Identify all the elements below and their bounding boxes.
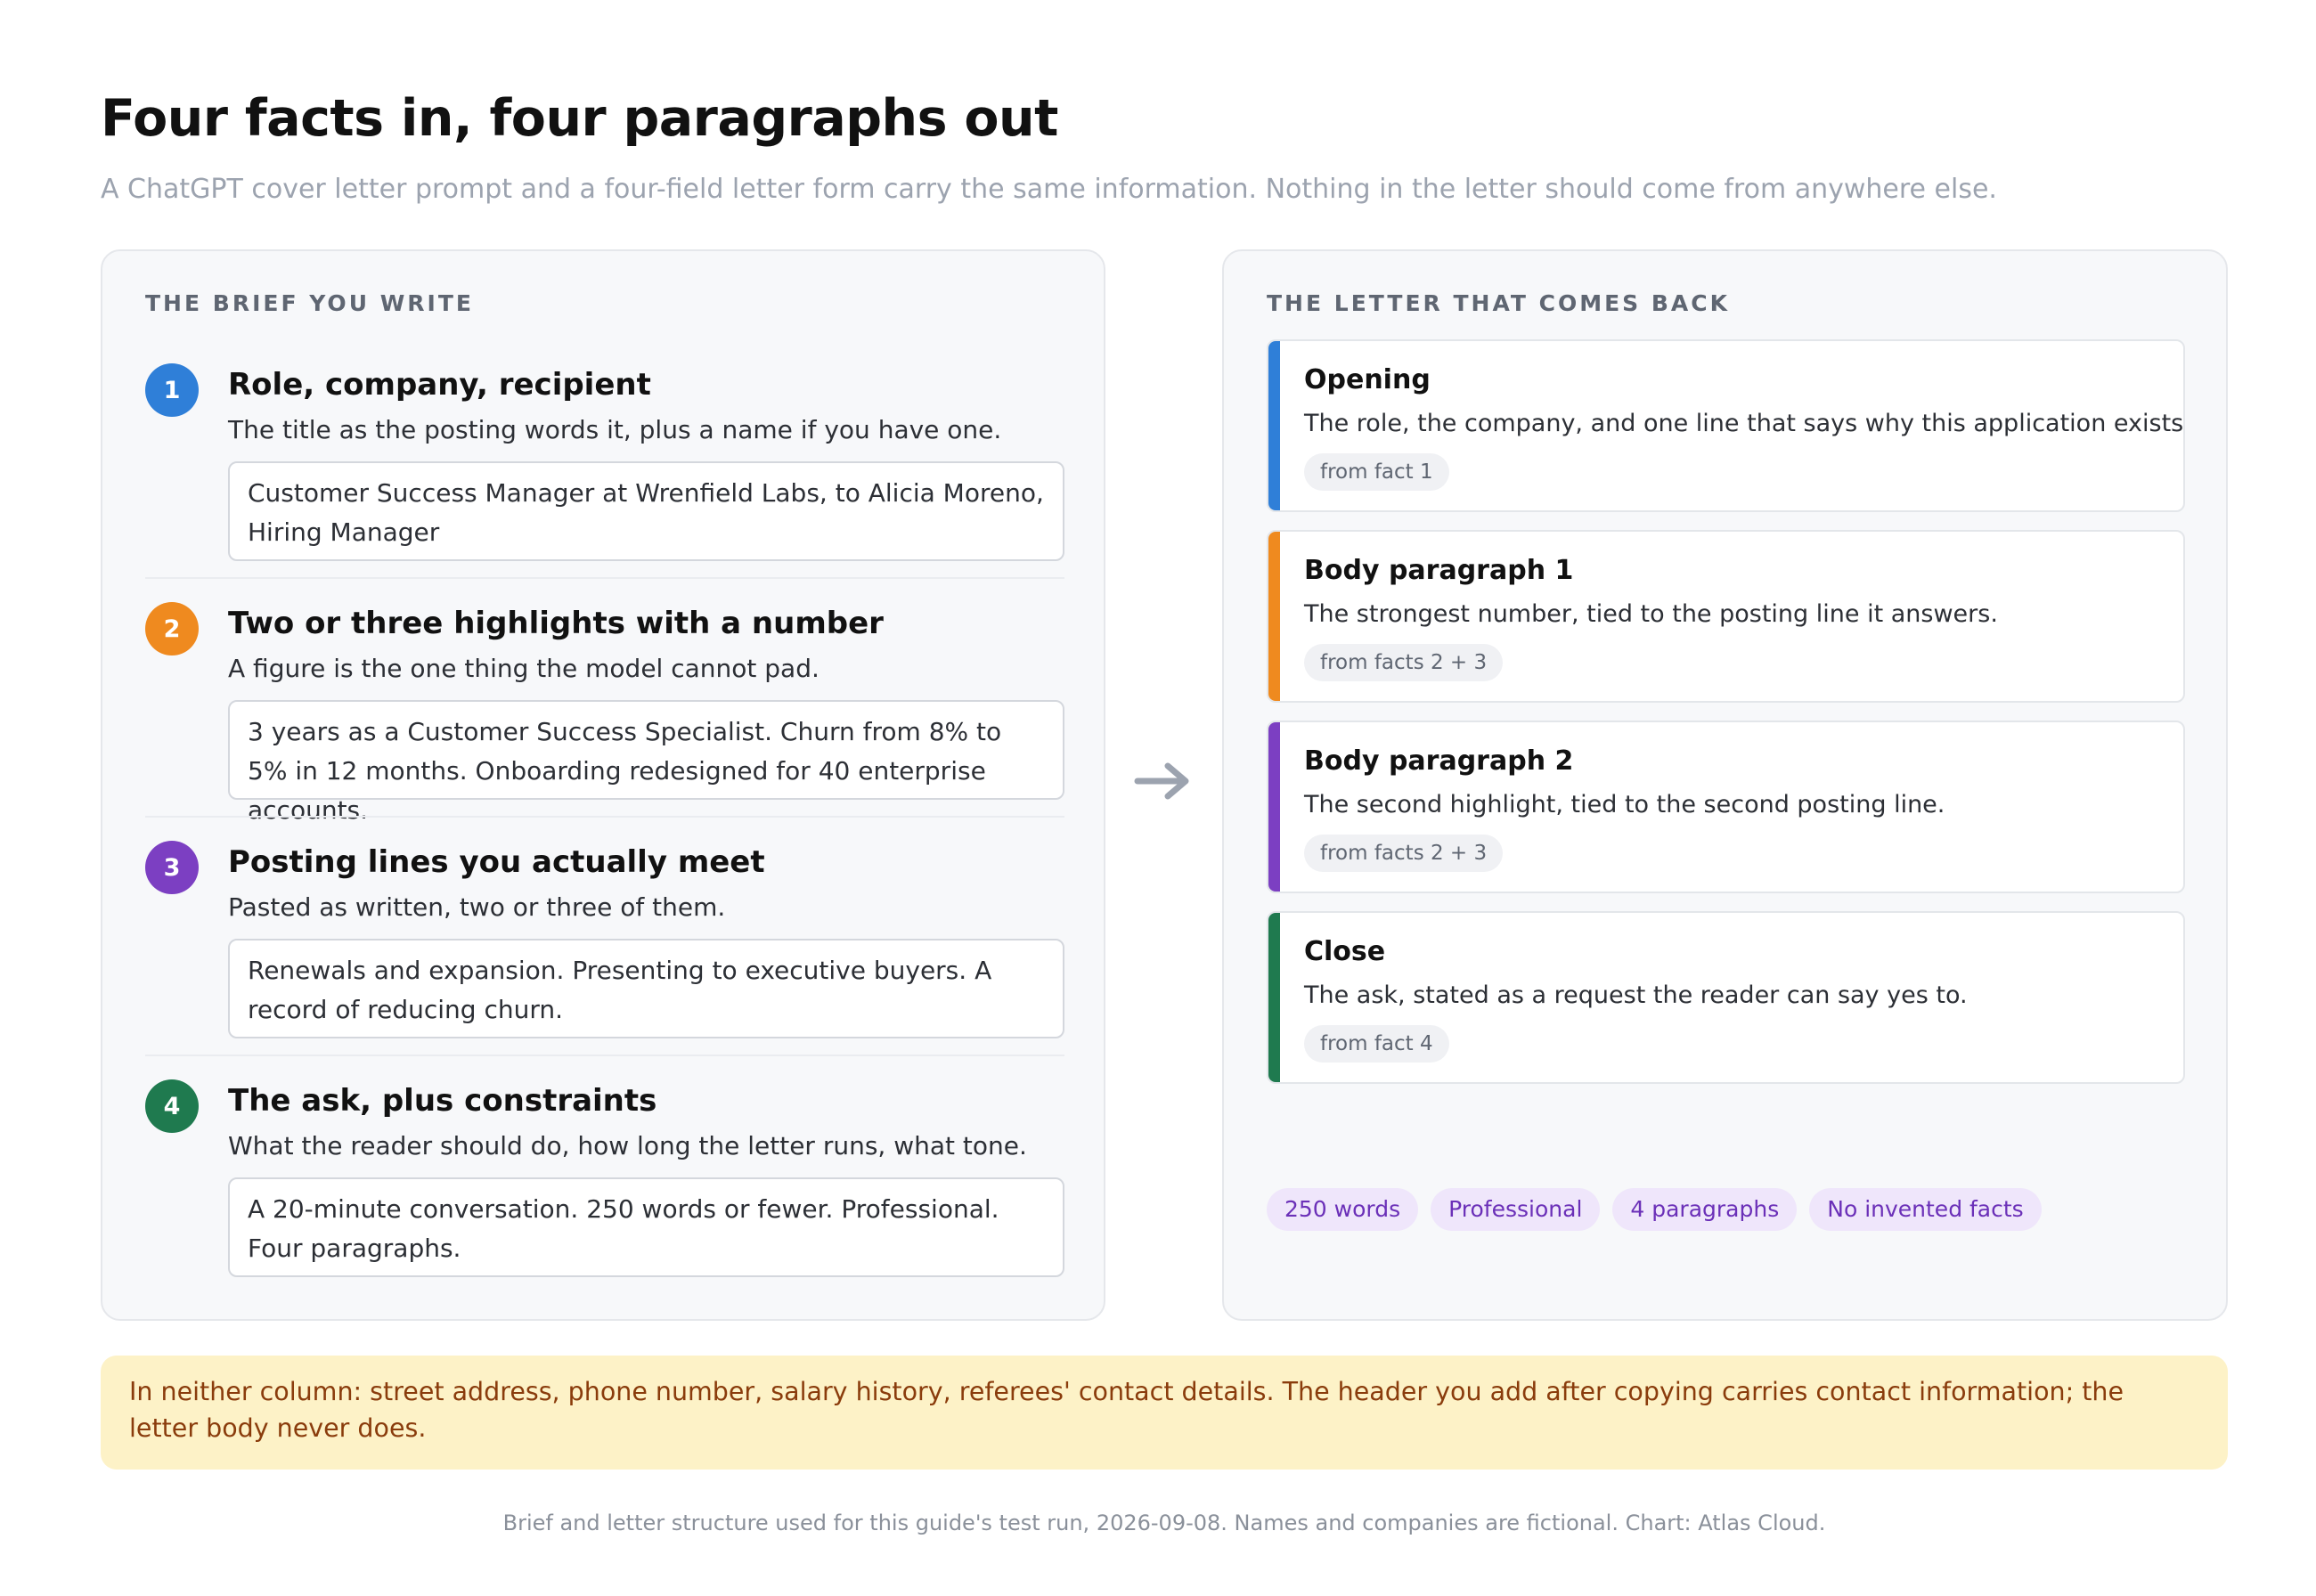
fact-divider [145,1054,1064,1056]
fact-number-badge: 3 [145,841,199,894]
fact-divider [145,816,1064,818]
letter-section-card-body-2: Body paragraph 2 The second highlight, t… [1267,721,2185,893]
fact-number-badge: 2 [145,602,199,656]
section-title: Body paragraph 2 [1304,745,1574,777]
fact-example-field[interactable]: Customer Success Manager at Wrenfield La… [228,461,1064,561]
fact-title: The ask, plus constraints [228,1083,657,1119]
tag-tone: Professional [1431,1188,1601,1231]
section-color-bar [1268,532,1280,701]
fact-item-4: 4 The ask, plus constraints What the rea… [145,1079,1064,1280]
fact-title: Two or three highlights with a number [228,606,884,641]
fact-description: The title as the posting words it, plus … [228,415,1002,444]
tag-word-limit: 250 words [1267,1188,1419,1231]
fact-description: What the reader should do, how long the … [228,1131,1027,1160]
source-footer: Brief and letter structure used for this… [502,1510,1826,1535]
letter-heading: THE LETTER THAT COMES BACK [1267,290,1731,316]
section-description: The role, the company, and one line that… [1304,410,2185,437]
section-description: The strongest number, tied to the postin… [1304,600,1998,628]
brief-panel: THE BRIEF YOU WRITE 1 Role, company, rec… [101,249,1105,1321]
fact-title: Posting lines you actually meet [228,844,765,880]
section-source-pill: from facts 2 + 3 [1304,644,1504,681]
arrow-right-icon [1134,762,1189,800]
fact-example-field[interactable]: 3 years as a Customer Success Specialist… [228,700,1064,825]
section-color-bar [1268,913,1280,1082]
section-title: Close [1304,936,1386,967]
section-color-bar [1268,722,1280,892]
fact-item-3: 3 Posting lines you actually meet Pasted… [145,841,1064,1041]
fact-number-badge: 1 [145,363,199,417]
page-subtitle: A ChatGPT cover letter prompt and a four… [101,174,1997,205]
fact-divider [145,577,1064,579]
section-description: The ask, stated as a request the reader … [1304,981,1968,1009]
fact-example-field[interactable]: A 20-minute conversation. 250 words or f… [228,1177,1064,1277]
fact-description: Pasted as written, two or three of them. [228,892,726,922]
section-source-pill: from facts 2 + 3 [1304,835,1504,872]
fact-description: A figure is the one thing the model cann… [228,654,820,683]
constraint-tags: 250 words Professional 4 paragraphs No i… [1267,1188,2042,1231]
fact-example-field[interactable]: Renewals and expansion. Presenting to ex… [228,939,1064,1038]
fact-item-1: 1 Role, company, recipient The title as … [145,363,1064,564]
warning-note: In neither column: street address, phone… [101,1356,2228,1470]
letter-panel: THE LETTER THAT COMES BACK Opening The r… [1222,249,2228,1321]
tag-paragraph-count: 4 paragraphs [1612,1188,1798,1231]
letter-section-card-opening: Opening The role, the company, and one l… [1267,339,2185,512]
letter-section-card-body-1: Body paragraph 1 The strongest number, t… [1267,530,2185,703]
columns: THE BRIEF YOU WRITE 1 Role, company, rec… [101,249,2228,1321]
section-source-pill: from fact 4 [1304,1025,1449,1063]
letter-section-card-close: Close The ask, stated as a request the r… [1267,911,2185,1084]
section-color-bar [1268,341,1280,510]
fact-title: Role, company, recipient [228,367,651,403]
fact-number-badge: 4 [145,1079,199,1133]
section-source-pill: from fact 1 [1304,453,1449,491]
tag-no-invented-facts: No invented facts [1809,1188,2042,1231]
section-title: Opening [1304,364,1431,395]
section-description: The second highlight, tied to the second… [1304,791,1945,818]
page-title: Four facts in, four paragraphs out [101,89,1058,148]
brief-heading: THE BRIEF YOU WRITE [145,290,474,316]
fact-item-2: 2 Two or three highlights with a number … [145,602,1064,825]
page: Four facts in, four paragraphs out A Cha… [101,85,2228,1535]
section-title: Body paragraph 1 [1304,555,1574,586]
